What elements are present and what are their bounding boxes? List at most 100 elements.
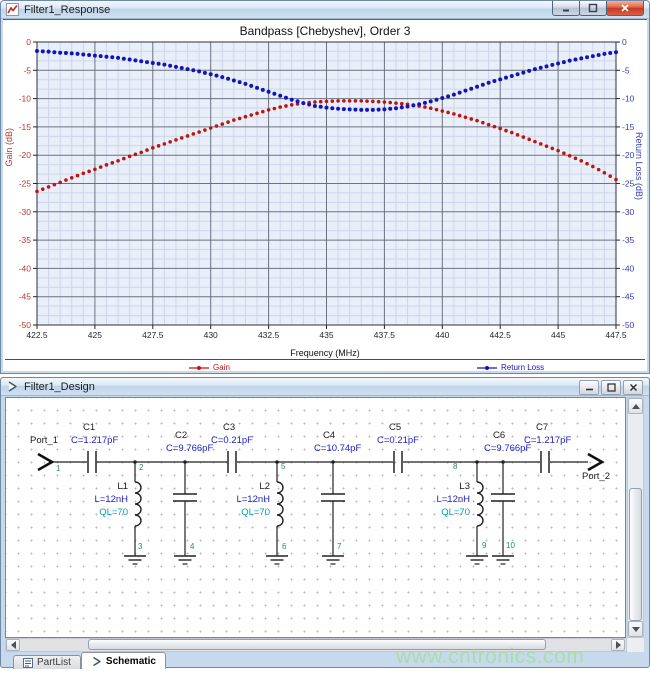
data-point — [87, 53, 91, 57]
component-designator: C6 — [493, 430, 505, 441]
component-l2[interactable]: L2L=12nHQL=70 — [236, 460, 288, 564]
component-l3[interactable]: L3L=12nHQL=70 — [436, 460, 488, 564]
data-point — [469, 87, 473, 91]
data-point — [284, 104, 288, 108]
port-port_1[interactable]: Port_1 — [30, 435, 58, 470]
data-point — [319, 105, 323, 109]
series-gain — [35, 99, 618, 193]
scroll-down-button[interactable] — [628, 621, 643, 637]
data-point — [307, 101, 311, 105]
data-point — [441, 109, 445, 113]
component-c5[interactable]: C5 C=0.21pF — [377, 422, 419, 473]
scroll-right-button[interactable] — [611, 639, 625, 651]
data-point — [307, 103, 311, 107]
close-button[interactable] — [623, 380, 643, 395]
data-point — [238, 80, 242, 84]
minimize-button[interactable] — [552, 1, 580, 16]
data-point — [481, 121, 485, 125]
data-point — [556, 149, 560, 153]
data-point — [249, 113, 253, 117]
data-point — [411, 103, 415, 107]
data-point — [371, 108, 375, 112]
component-value: C=0.21pF — [377, 435, 419, 446]
data-point — [180, 66, 184, 70]
horizontal-scroll-thumb[interactable] — [88, 639, 546, 650]
tab-partlist[interactable]: PartList — [13, 655, 81, 669]
component-designator: C5 — [389, 422, 401, 433]
design-titlebar[interactable]: Filter1_Design — [1, 378, 649, 396]
data-point — [278, 105, 282, 109]
component-designator: L1 — [117, 481, 128, 492]
port-port_2[interactable]: Port_2 — [582, 454, 610, 482]
data-point — [603, 171, 607, 175]
maximize-button[interactable] — [601, 380, 621, 395]
component-c3[interactable]: C3C=0.21pF — [211, 422, 253, 473]
data-point — [209, 126, 213, 130]
data-point — [487, 81, 491, 85]
data-point — [151, 61, 155, 65]
data-point — [313, 100, 317, 104]
restore-button[interactable] — [579, 1, 607, 16]
data-point — [510, 74, 514, 78]
data-point — [562, 60, 566, 64]
y-tick-label-right: -40 — [622, 263, 635, 273]
data-point — [440, 96, 444, 100]
data-point — [301, 101, 305, 105]
x-tick-label: 442.5 — [490, 330, 512, 340]
data-point — [591, 165, 595, 169]
schematic-canvas[interactable]: Port_1Port_2C1C=1.217pFL1L=12nHQL=70C2C=… — [5, 397, 626, 638]
component-value: C=1.217pF — [71, 435, 118, 446]
y-tick-label-right: -5 — [622, 65, 630, 75]
data-point — [539, 66, 543, 70]
data-point — [342, 99, 346, 103]
scroll-up-button[interactable] — [628, 398, 643, 414]
horizontal-scrollbar[interactable] — [5, 638, 627, 652]
close-button[interactable] — [606, 1, 644, 16]
x-tick-label: 440 — [435, 330, 449, 340]
data-point — [388, 101, 392, 105]
port-label: Port_1 — [30, 435, 58, 446]
data-point — [579, 159, 583, 163]
data-point — [516, 133, 520, 137]
data-point — [76, 174, 80, 178]
node-label-9: 9 — [482, 541, 487, 550]
minimize-icon — [585, 383, 594, 392]
tab-schematic[interactable]: Schematic — [81, 652, 166, 669]
data-point — [516, 72, 520, 76]
data-point — [597, 53, 601, 57]
data-point — [614, 178, 618, 182]
minimize-button[interactable] — [579, 380, 599, 395]
data-point — [267, 108, 271, 112]
data-point — [255, 112, 259, 116]
x-tick-label: 432.5 — [258, 330, 280, 340]
data-point — [608, 51, 612, 55]
vertical-scroll-thumb[interactable] — [629, 488, 642, 621]
component-c1[interactable]: C1C=1.217pF — [71, 422, 118, 473]
y-tick-label-right: -15 — [622, 122, 635, 132]
response-titlebar[interactable]: Filter1_Response — [1, 1, 649, 19]
data-point — [533, 67, 537, 71]
data-point — [81, 52, 85, 56]
data-point — [41, 49, 45, 53]
scroll-left-button[interactable] — [6, 639, 20, 651]
vertical-scrollbar[interactable] — [627, 397, 644, 638]
x-tick-label: 430 — [204, 330, 218, 340]
inductor-coil — [277, 482, 283, 526]
data-point — [284, 96, 288, 100]
x-tick-label: 435 — [319, 330, 333, 340]
data-point — [452, 112, 456, 116]
data-point — [197, 69, 201, 73]
arrow-right-icon — [616, 641, 621, 649]
port-label: Port_2 — [582, 471, 610, 482]
data-point — [377, 108, 381, 112]
component-q: QL=70 — [441, 507, 470, 518]
data-point — [423, 105, 427, 109]
node-label-10: 10 — [506, 541, 515, 550]
data-point — [87, 170, 91, 174]
node-label-8: 8 — [453, 462, 458, 471]
component-value: C=1.217pF — [524, 435, 571, 446]
y-tick-label-left: -35 — [19, 235, 32, 245]
y-tick-label-right: 0 — [622, 37, 627, 47]
data-point — [243, 82, 247, 86]
data-point — [191, 68, 195, 72]
